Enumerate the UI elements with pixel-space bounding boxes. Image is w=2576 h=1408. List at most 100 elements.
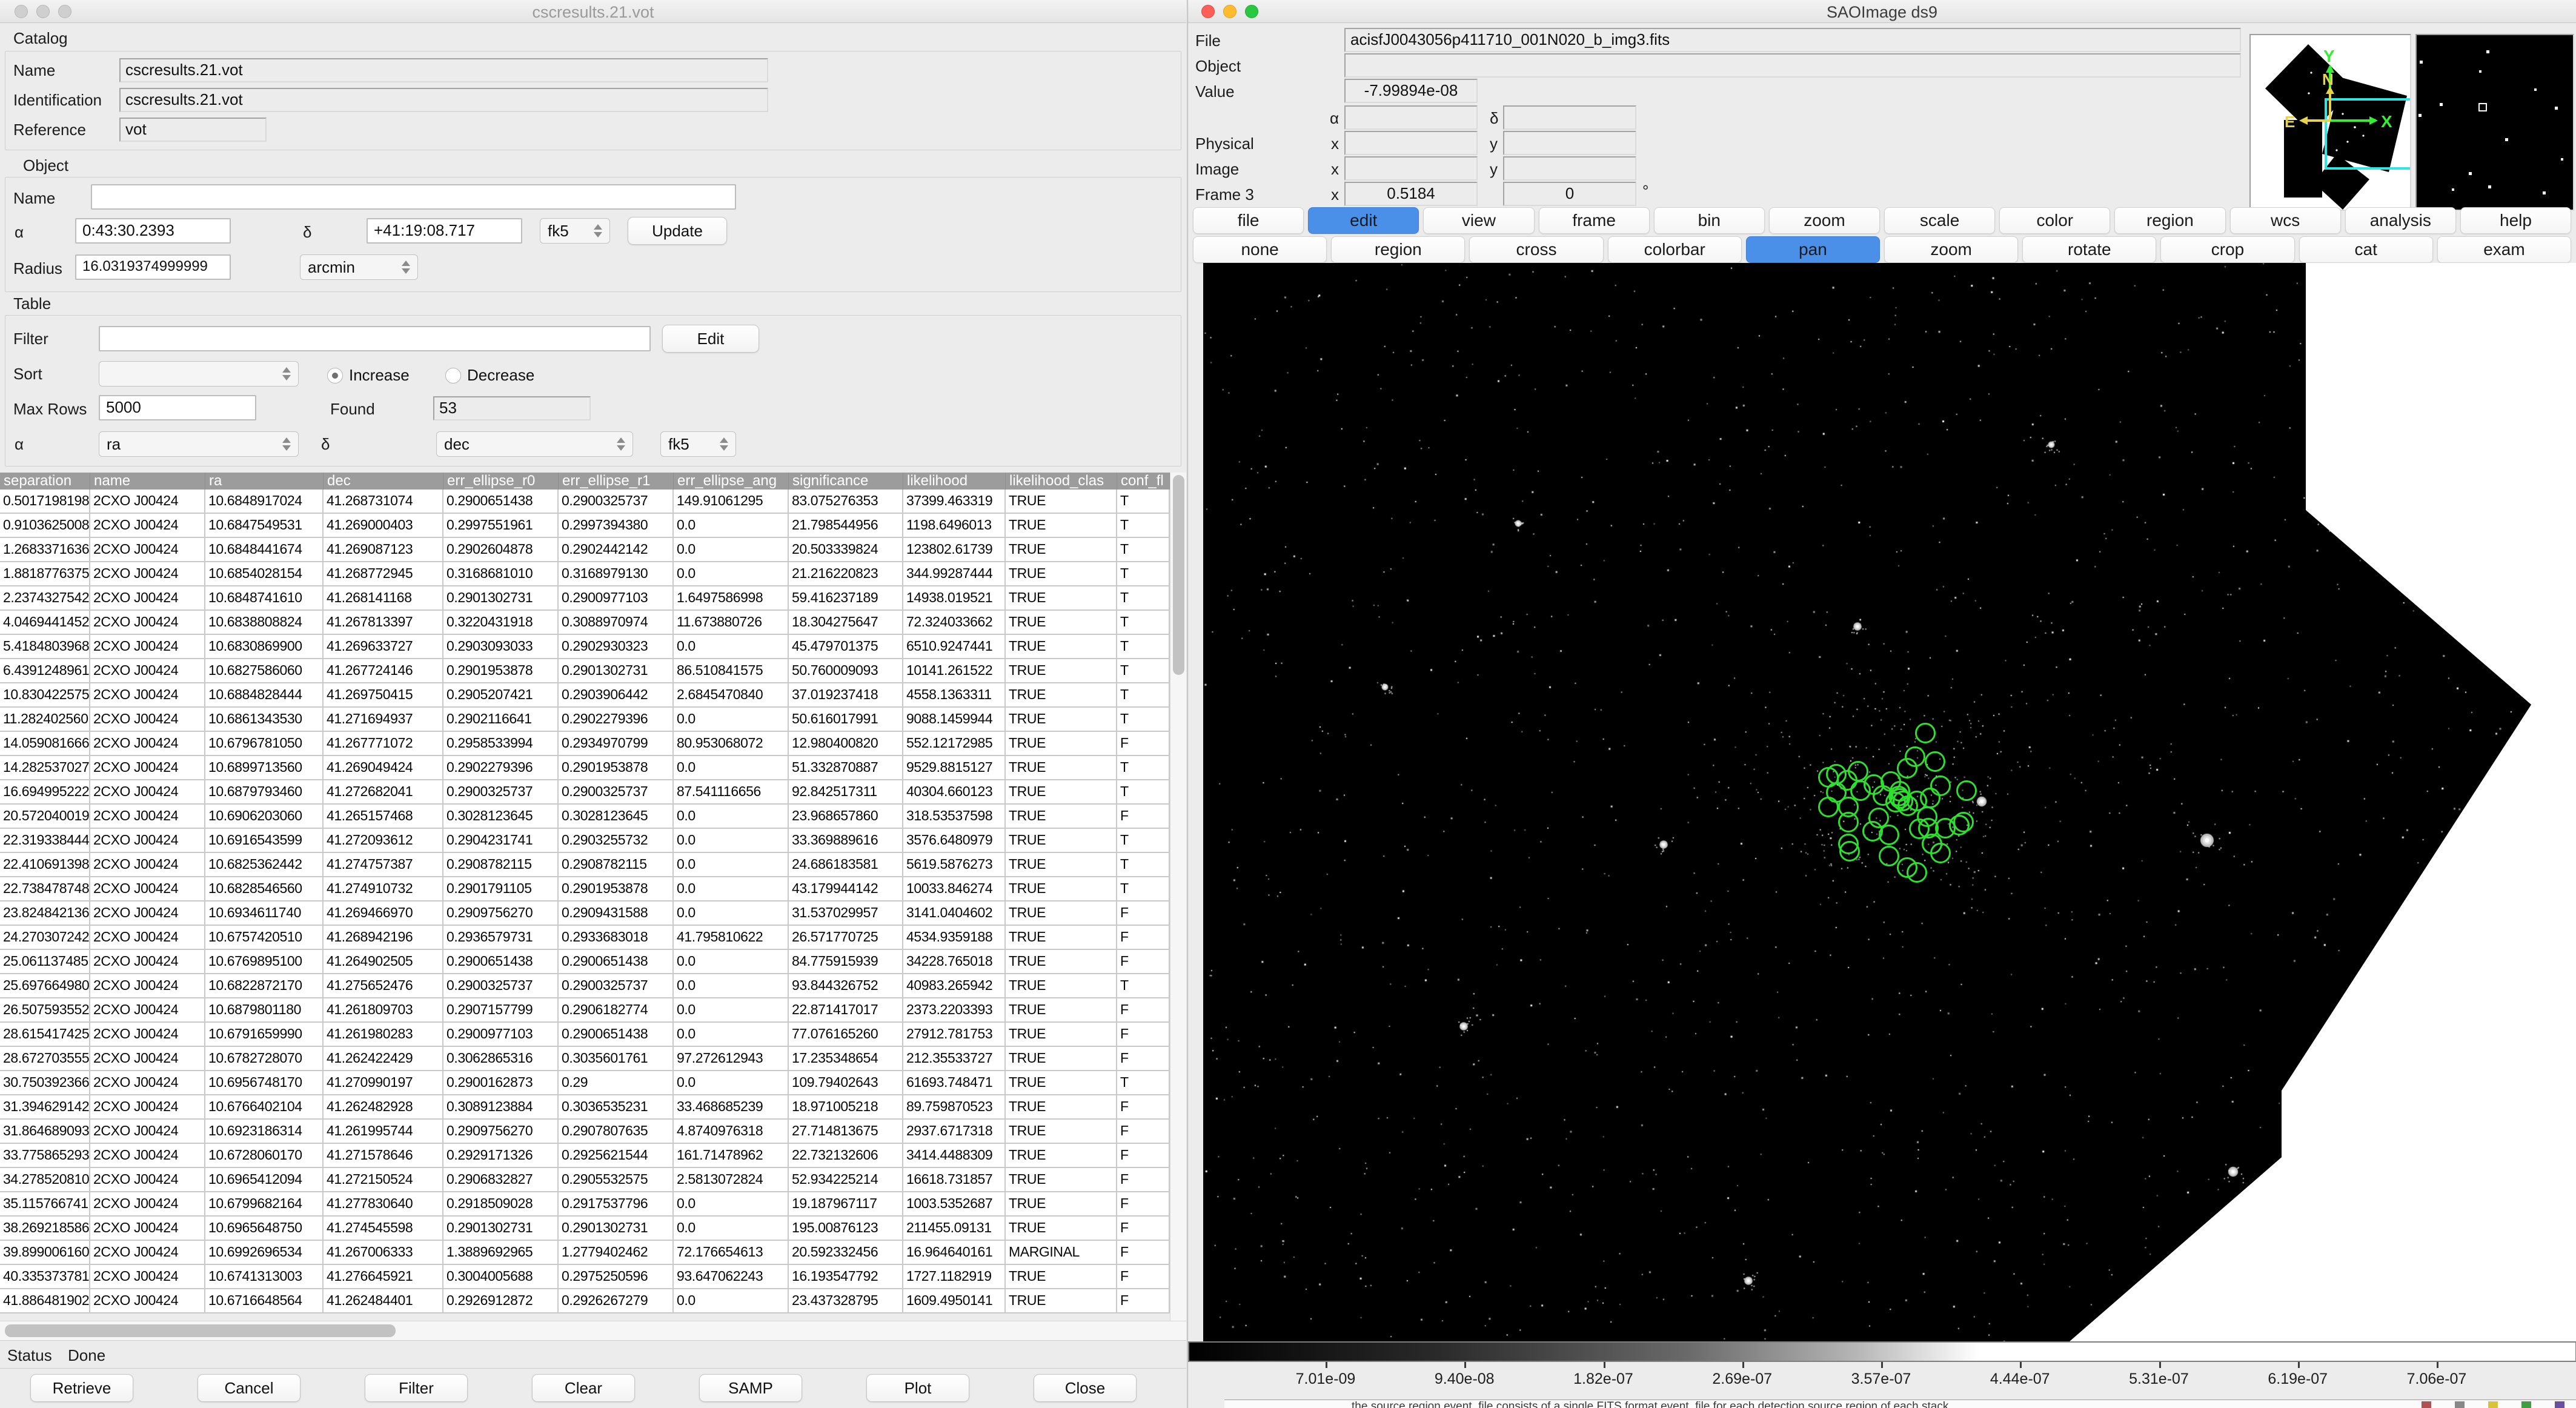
table-cell[interactable]: 41.275652476 <box>324 974 443 998</box>
radius-unit-select[interactable]: arcmin <box>300 254 418 280</box>
table-cell[interactable]: 20.572040019 <box>0 805 90 829</box>
table-cell[interactable]: 2373.2203393 <box>903 998 1006 1023</box>
update-button[interactable]: Update <box>628 217 727 245</box>
table-cell[interactable]: F <box>1117 1289 1170 1313</box>
table-cell[interactable]: T <box>1117 877 1170 902</box>
table-cell[interactable]: TRUE <box>1006 974 1117 998</box>
table-cell[interactable]: 10.6916543599 <box>205 829 324 853</box>
table-cell[interactable]: 43.179944142 <box>789 877 903 902</box>
table-cell[interactable]: MARGINAL <box>1006 1241 1117 1265</box>
table-cell[interactable]: 10.6830869900 <box>205 635 324 659</box>
table-cell[interactable]: 12.980400820 <box>789 732 903 756</box>
menu-wcs-button[interactable]: wcs <box>2230 207 2341 234</box>
region-circle[interactable] <box>1930 843 1951 863</box>
table-cell[interactable]: 0.3028123645 <box>559 805 674 829</box>
table-cell[interactable]: 18.971005218 <box>789 1095 903 1120</box>
table-cell[interactable]: 0.2905532575 <box>559 1168 674 1192</box>
table-cell[interactable]: 31.394629142 <box>0 1095 90 1120</box>
table-cell[interactable]: 41.267724146 <box>324 659 443 683</box>
table-cell[interactable]: 2CXO J00424 <box>90 1241 205 1265</box>
table-cell[interactable]: 10.6899713560 <box>205 756 324 780</box>
table-cell[interactable]: 10.6934611740 <box>205 902 324 926</box>
menu-none-button[interactable]: none <box>1193 236 1327 263</box>
table-cell[interactable]: 11.673880726 <box>674 611 789 635</box>
table-cell[interactable]: TRUE <box>1006 1265 1117 1289</box>
table-cell[interactable]: 10.6716648564 <box>205 1289 324 1313</box>
table-cell[interactable]: 11.282402560 <box>0 708 90 732</box>
table-cell[interactable]: 10033.846274 <box>903 877 1006 902</box>
menu-zoom-button[interactable]: zoom <box>1769 207 1880 234</box>
table-cell[interactable]: 10.6769895100 <box>205 950 324 974</box>
table-cell[interactable]: 2.2374327542 <box>0 586 90 611</box>
table-cell[interactable]: T <box>1117 756 1170 780</box>
table-cell[interactable]: 16618.731857 <box>903 1168 1006 1192</box>
table-cell[interactable]: 84.775915939 <box>789 950 903 974</box>
table-cell[interactable]: 27912.781753 <box>903 1023 1006 1047</box>
table-cell[interactable]: 212.35533727 <box>903 1047 1006 1071</box>
menu-exam-button[interactable]: exam <box>2437 236 2571 263</box>
table-cell[interactable]: 0.3088970974 <box>559 611 674 635</box>
table-cell[interactable]: 0.2900325737 <box>443 974 559 998</box>
table-cell[interactable]: TRUE <box>1006 756 1117 780</box>
table-cell[interactable]: 2CXO J00424 <box>90 1265 205 1289</box>
table-cell[interactable]: 2CXO J00424 <box>90 998 205 1023</box>
table-cell[interactable]: 0.2902930323 <box>559 635 674 659</box>
table-cell[interactable]: 0.2900325737 <box>443 780 559 805</box>
table-cell[interactable]: TRUE <box>1006 683 1117 708</box>
table-cell[interactable]: 93.647062243 <box>674 1265 789 1289</box>
table-cell[interactable]: 10.6782728070 <box>205 1047 324 1071</box>
table-cell[interactable]: 1.6497586998 <box>674 586 789 611</box>
table-cell[interactable]: 24.686183581 <box>789 853 903 877</box>
region-circle[interactable] <box>1838 812 1859 832</box>
table-cell[interactable]: 10.6965648750 <box>205 1217 324 1241</box>
table-cell[interactable]: 10.6796781050 <box>205 732 324 756</box>
table-cell[interactable]: 28.672703555 <box>0 1047 90 1071</box>
table-cell[interactable]: 22.319338444 <box>0 829 90 853</box>
table-cell[interactable]: 22.732132606 <box>789 1144 903 1168</box>
table-cell[interactable]: 0.0 <box>674 853 789 877</box>
object-name-field[interactable] <box>91 184 736 210</box>
table-cell[interactable]: 22.871417017 <box>789 998 903 1023</box>
table-cell[interactable]: 41.276645921 <box>324 1265 443 1289</box>
table-cell[interactable]: 33.369889616 <box>789 829 903 853</box>
table-cell[interactable]: 41.267006333 <box>324 1241 443 1265</box>
table-cell[interactable]: F <box>1117 1192 1170 1217</box>
table-cell[interactable]: 14.282537027 <box>0 756 90 780</box>
table-cell[interactable]: 10.6825362442 <box>205 853 324 877</box>
table-cell[interactable]: 2CXO J00424 <box>90 490 205 514</box>
column-header[interactable]: separation <box>0 473 90 490</box>
table-cell[interactable]: 41.267771072 <box>324 732 443 756</box>
table-cell[interactable]: 2.5813072824 <box>674 1168 789 1192</box>
table-cell[interactable]: 6510.9247441 <box>903 635 1006 659</box>
table-cell[interactable]: 0.2901302731 <box>443 586 559 611</box>
region-circle[interactable] <box>1879 846 1899 866</box>
table-cell[interactable]: 10.6884828444 <box>205 683 324 708</box>
table-cell[interactable]: 3414.4488309 <box>903 1144 1006 1168</box>
table-cell[interactable]: 0.2917537796 <box>559 1192 674 1217</box>
table-cell[interactable]: 0.2901791105 <box>443 877 559 902</box>
table-cell[interactable]: 0.2903255732 <box>559 829 674 853</box>
table-cell[interactable]: TRUE <box>1006 877 1117 902</box>
table-cell[interactable]: 10.6838808824 <box>205 611 324 635</box>
table-cell[interactable]: T <box>1117 780 1170 805</box>
table-cell[interactable]: 109.79402643 <box>789 1071 903 1095</box>
table-cell[interactable]: 10.6992696534 <box>205 1241 324 1265</box>
menu-frame-button[interactable]: frame <box>1539 207 1650 234</box>
table-cell[interactable]: 41.267813397 <box>324 611 443 635</box>
table-cell[interactable]: 41.271578646 <box>324 1144 443 1168</box>
table-cell[interactable]: 1609.4950141 <box>903 1289 1006 1313</box>
table-cell[interactable]: TRUE <box>1006 950 1117 974</box>
table-cell[interactable]: 51.332870887 <box>789 756 903 780</box>
table-cell[interactable]: T <box>1117 490 1170 514</box>
table-cell[interactable]: 35.115766741 <box>0 1192 90 1217</box>
table-cell[interactable]: F <box>1117 1120 1170 1144</box>
region-circle[interactable] <box>1890 781 1910 802</box>
table-cell[interactable]: 83.075276353 <box>789 490 903 514</box>
table-cell[interactable]: 10.6799682164 <box>205 1192 324 1217</box>
table-cell[interactable]: TRUE <box>1006 1071 1117 1095</box>
column-header[interactable]: significance <box>789 473 903 490</box>
table-cell[interactable]: 2CXO J00424 <box>90 1120 205 1144</box>
table-cell[interactable]: 16.193547792 <box>789 1265 903 1289</box>
table-cell[interactable]: TRUE <box>1006 998 1117 1023</box>
table-cell[interactable]: 0.2926912872 <box>443 1289 559 1313</box>
